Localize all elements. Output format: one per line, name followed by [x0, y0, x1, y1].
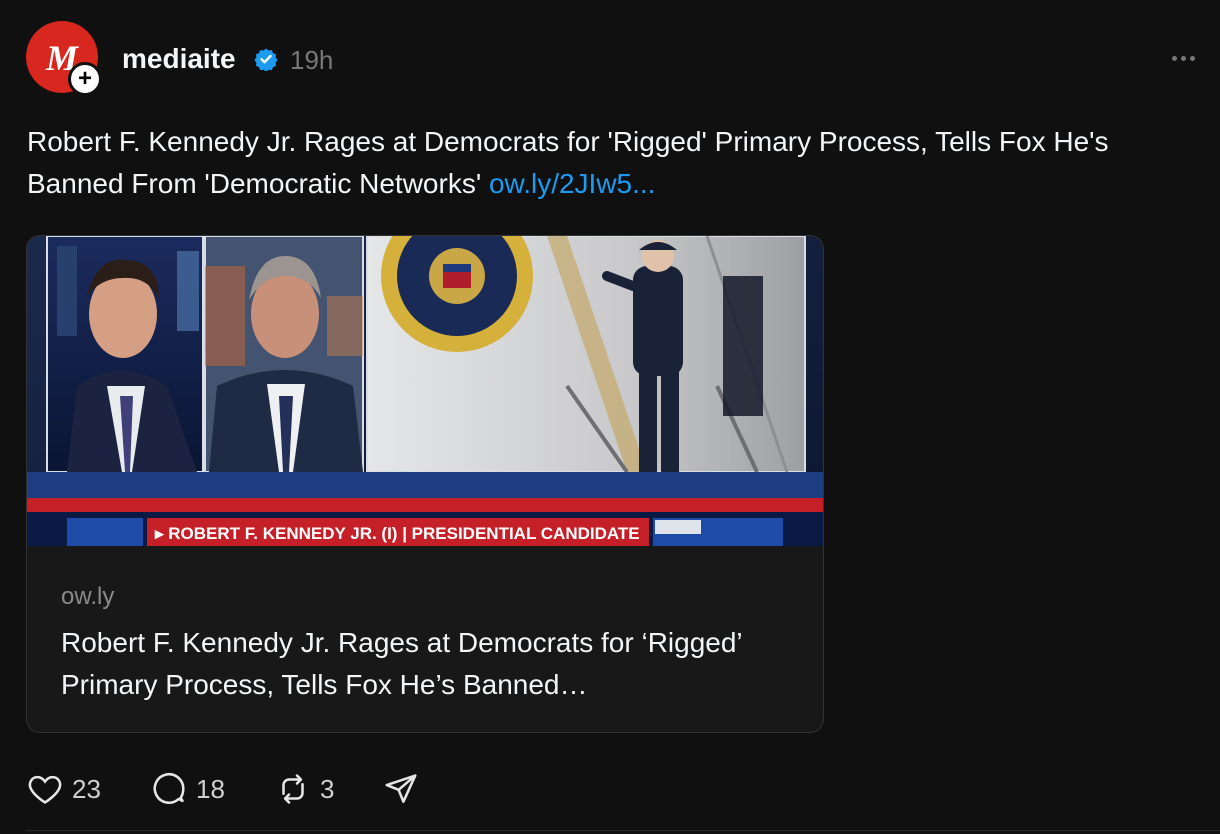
- send-icon: [385, 774, 417, 803]
- post-text: Robert F. Kennedy Jr. Rages at Democrats…: [27, 121, 1187, 205]
- link-preview-card[interactable]: ▸ ROBERT F. KENNEDY JR. (I) | PRESIDENTI…: [26, 235, 824, 733]
- card-title: Robert F. Kennedy Jr. Rages at Democrats…: [61, 627, 742, 700]
- divider: [26, 830, 1220, 831]
- timestamp: 19h: [290, 45, 334, 75]
- reply-button[interactable]: 18: [150, 768, 225, 810]
- card-domain: ow.ly: [61, 583, 115, 610]
- more-options-icon[interactable]: [1172, 46, 1202, 70]
- username[interactable]: mediaite: [122, 43, 236, 75]
- heart-icon: [28, 775, 62, 804]
- repost-icon: [282, 774, 304, 804]
- like-button[interactable]: 23: [26, 768, 101, 810]
- comment-icon: [153, 773, 185, 804]
- repost-button[interactable]: 3: [274, 768, 334, 810]
- reply-count: 18: [196, 773, 225, 804]
- post-link[interactable]: ow.ly/2JIw5...: [489, 168, 656, 199]
- follow-plus-icon[interactable]: +: [68, 62, 102, 96]
- verified-badge-icon: [254, 48, 278, 71]
- card-image-chyron: ▸ ROBERT F. KENNEDY JR. (I) | PRESIDENTI…: [155, 524, 640, 543]
- card-image: [27, 236, 823, 546]
- repost-count: 3: [320, 773, 335, 804]
- like-count: 23: [72, 773, 101, 804]
- share-button[interactable]: [382, 768, 420, 810]
